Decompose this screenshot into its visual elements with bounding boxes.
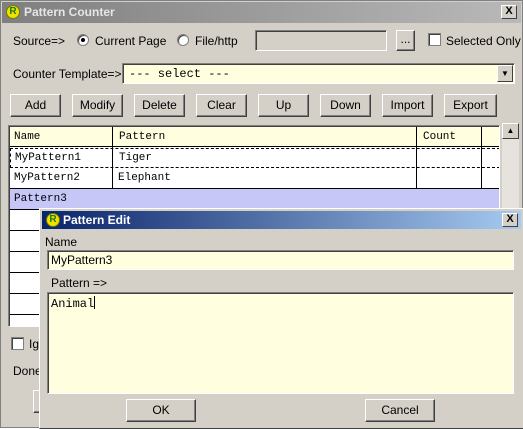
row-pattern: Elephant xyxy=(118,172,171,184)
current-page-label[interactable]: Current Page xyxy=(95,34,166,48)
pattern-edit-dialog: R Pattern Edit X Name MyPattern3 Pattern… xyxy=(39,208,523,429)
path-input[interactable] xyxy=(255,30,387,51)
radio-current-page[interactable] xyxy=(77,34,89,46)
dialog-close-icon[interactable]: X xyxy=(502,213,518,227)
table-row[interactable]: MyPattern2 Elephant xyxy=(10,168,499,188)
header-name[interactable]: Name xyxy=(10,127,112,147)
file-http-label[interactable]: File/http xyxy=(195,34,238,48)
app-logo-icon: R xyxy=(6,5,20,19)
import-button[interactable]: Import xyxy=(382,94,433,117)
selected-only-checkbox[interactable] xyxy=(428,33,441,46)
name-input[interactable]: MyPattern3 xyxy=(47,250,514,270)
row-name: MyPattern1 xyxy=(15,152,82,164)
table-row[interactable]: MyPattern1 Tiger xyxy=(10,148,499,168)
up-button[interactable]: Up xyxy=(258,94,309,117)
modify-button[interactable]: Modify xyxy=(72,94,123,117)
down-button[interactable]: Down xyxy=(320,94,371,117)
clear-button[interactable]: Clear xyxy=(196,94,247,117)
template-select[interactable]: --- select --- ▼ xyxy=(122,63,515,84)
header-count[interactable]: Count xyxy=(419,127,483,147)
table-row-selected[interactable]: Pattern3 xyxy=(10,189,499,209)
close-icon[interactable]: X xyxy=(501,5,517,19)
status-text: Done xyxy=(13,364,42,378)
template-label: Counter Template=> xyxy=(13,67,122,81)
radio-file-http[interactable] xyxy=(177,34,189,46)
name-label: Name xyxy=(45,235,78,249)
row-name: MyPattern2 xyxy=(14,172,81,184)
dialog-logo-icon: R xyxy=(46,213,60,227)
dialog-title-bar[interactable]: R Pattern Edit X xyxy=(42,211,521,229)
window-title: Pattern Counter xyxy=(24,5,115,19)
cancel-button[interactable]: Cancel xyxy=(365,399,435,422)
header-pattern[interactable]: Pattern xyxy=(115,127,415,147)
text-cursor xyxy=(94,296,96,309)
browse-button[interactable]: ... xyxy=(396,30,415,51)
name-value: MyPattern3 xyxy=(51,253,113,267)
pattern-textarea[interactable]: Animal xyxy=(47,292,514,394)
chevron-down-icon[interactable]: ▼ xyxy=(497,65,513,82)
add-button[interactable]: Add xyxy=(10,94,61,117)
ignore-label: Ig xyxy=(29,337,40,351)
delete-button[interactable]: Delete xyxy=(134,94,185,117)
selected-only-label[interactable]: Selected Only xyxy=(446,34,521,48)
row-name: Pattern3 xyxy=(14,193,67,205)
pattern-counter-window: R Pattern Counter X Source=> Current Pag… xyxy=(0,0,523,429)
scroll-up-icon[interactable]: ▲ xyxy=(502,123,519,139)
dialog-title: Pattern Edit xyxy=(63,213,131,227)
table-header: Name Pattern Count xyxy=(10,127,499,147)
ignore-checkbox[interactable] xyxy=(11,337,24,350)
source-label: Source=> xyxy=(13,34,66,48)
title-bar[interactable]: R Pattern Counter X xyxy=(2,2,521,23)
row-pattern: Tiger xyxy=(119,152,153,164)
export-button[interactable]: Export xyxy=(444,94,497,117)
template-value: --- select --- xyxy=(129,67,230,81)
pattern-value: Animal xyxy=(51,296,96,311)
ok-button[interactable]: OK xyxy=(126,399,196,422)
pattern-label: Pattern => xyxy=(51,276,108,290)
